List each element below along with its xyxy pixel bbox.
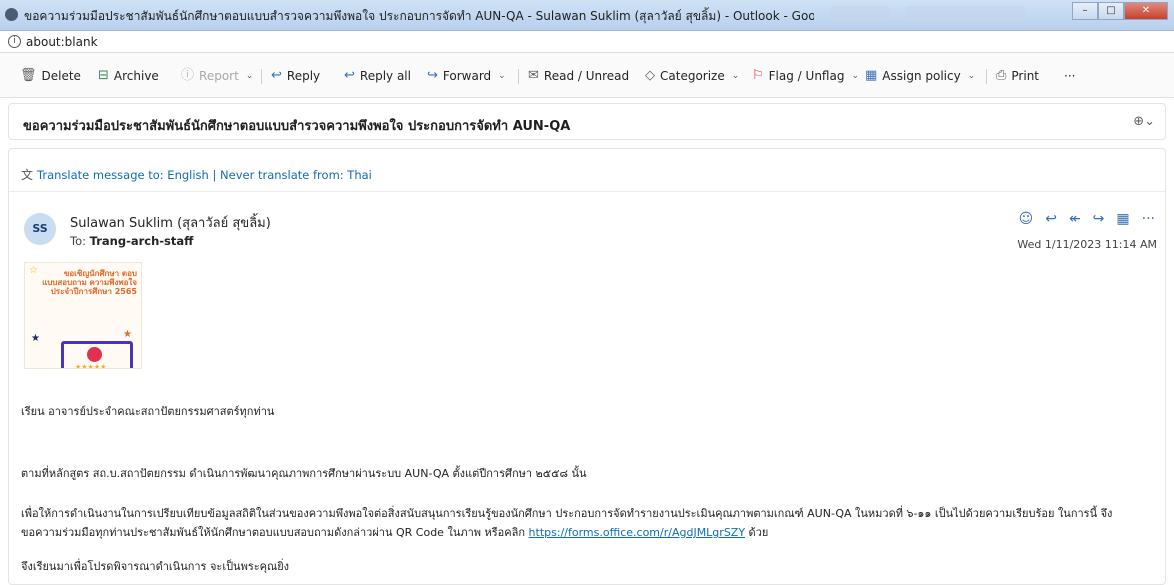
chevron-down-icon: ⌄ — [851, 71, 859, 81]
policy-icon: ▦ — [865, 68, 878, 83]
toolbar-divider — [261, 69, 262, 84]
assign-policy-label: Assign policy — [882, 69, 961, 83]
greeting: เรียน อาจารย์ประจำคณะสถาปัตยกรรมศาสตร์ทุ… — [21, 405, 275, 418]
apps-icon[interactable]: ▦ — [1116, 211, 1129, 227]
forward-button[interactable]: ↪ Forward ⌄ — [427, 67, 506, 85]
paragraph-2-prefix: ขอความร่วมมือทุกท่านประชาสัมพันธ์ให้นักศ… — [21, 526, 526, 539]
read-unread-button[interactable]: ✉ Read / Unread — [528, 67, 629, 85]
info-icon[interactable]: i — [8, 35, 21, 48]
message-toolbar: 🗑 Delete ⊟ Archive ⓘ Report ⌄ ↩ Reply ↩ … — [0, 53, 1174, 98]
reply-all-label: Reply all — [359, 69, 411, 83]
message-actions: ☺ ↩ ↞ ↪ ▦ ··· — [1019, 211, 1155, 227]
closing: จึงเรียนมาเพื่อโปรดพิจารณาดำเนินการ จะเป… — [21, 560, 290, 573]
translate-bar: 文 Translate message to: English | Never t… — [21, 166, 372, 183]
background-tab[interactable] — [830, 6, 890, 22]
flag-icon: ⚐ — [752, 68, 764, 83]
sender-name[interactable]: Sulawan Suklim (สุลาวัลย์ สุขลิ้ม) — [70, 212, 271, 233]
translate-separator: | — [208, 168, 221, 182]
report-button[interactable]: ⓘ Report ⌄ — [181, 67, 253, 85]
address-bar[interactable]: i about:blank — [0, 31, 1174, 53]
translate-icon: 文 — [21, 168, 34, 182]
recipients-line: To: Trang-arch-staff — [70, 234, 193, 248]
translate-link[interactable]: Translate message to: English — [37, 168, 209, 182]
archive-icon: ⊟ — [98, 68, 109, 83]
maximize-button[interactable]: □ — [1098, 2, 1124, 20]
browser-title-bar: ขอความร่วมมือประชาสัมพันธ์นักศึกษาตอบแบบ… — [0, 0, 1174, 31]
envelope-icon: ✉ — [528, 68, 539, 83]
assign-policy-button[interactable]: ▦ Assign policy ⌄ — [865, 67, 975, 85]
reply-all-icon: ↩ — [344, 68, 355, 83]
reply-label: Reply — [286, 69, 321, 83]
reading-pane: 文 Translate message to: English | Never t… — [8, 148, 1166, 585]
reply-all-button[interactable]: ↩ Reply all — [344, 67, 411, 85]
poster-text: ขอเชิญนักศึกษา ตอบแบบสอบถาม ความพึงพอใจ … — [42, 269, 137, 296]
close-button[interactable]: ✕ — [1124, 2, 1168, 20]
archive-button[interactable]: ⊟ Archive — [98, 67, 159, 85]
forward-label: Forward — [442, 69, 492, 83]
paragraph-2-suffix: ด้วย — [745, 526, 769, 539]
survey-link[interactable]: https://forms.office.com/r/AgdJMLgrSZY — [529, 526, 746, 539]
paragraph-2-line-1: เพื่อให้การดำเนินงานในการเปรียบเทียบข้อม… — [21, 507, 1113, 520]
flag-button[interactable]: ⚐ Flag / Unflag ⌄ — [752, 67, 859, 85]
background-tab[interactable] — [905, 6, 1025, 22]
minimize-button[interactable]: – — [1072, 2, 1098, 20]
reply-icon[interactable]: ↩ — [1045, 211, 1057, 227]
star-icon: ★ — [31, 333, 40, 344]
emoji-icon[interactable]: ☺ — [1019, 211, 1034, 227]
report-icon: ⓘ — [181, 68, 195, 83]
survey-poster-image[interactable]: ☆ ขอเชิญนักศึกษา ตอบแบบสอบถาม ความพึงพอใ… — [24, 262, 142, 369]
read-unread-label: Read / Unread — [543, 69, 630, 83]
print-label: Print — [1011, 69, 1040, 83]
never-translate-link[interactable]: Never translate from: Thai — [220, 168, 372, 182]
more-label: ··· — [1064, 69, 1076, 83]
window-title: ขอความร่วมมือประชาสัมพันธ์นักศึกษาตอบแบบ… — [24, 9, 814, 23]
chrome-icon — [5, 8, 18, 21]
forward-icon: ↪ — [427, 68, 438, 83]
paragraph-2-line-2: ขอความร่วมมือทุกท่านประชาสัมพันธ์ให้นักศ… — [21, 523, 768, 541]
window-controls: – □ ✕ — [1072, 2, 1168, 20]
rating-stars-icon: ★★★★★ — [75, 363, 107, 369]
forward-icon[interactable]: ↪ — [1093, 211, 1105, 227]
to-label: To: — [70, 234, 86, 248]
categorize-label: Categorize — [660, 69, 725, 83]
chevron-down-icon: ⌄ — [245, 71, 254, 81]
reply-icon: ↩ — [271, 68, 282, 83]
tag-icon: ◇ — [645, 68, 655, 83]
more-actions-button[interactable]: ··· — [1064, 67, 1075, 85]
divider — [9, 191, 1165, 192]
toolbar-divider — [518, 69, 519, 84]
toolbar-divider — [986, 69, 987, 84]
archive-label: Archive — [113, 69, 159, 83]
flag-label: Flag / Unflag — [768, 69, 845, 83]
subject-header: ขอความร่วมมือประชาสัมพันธ์นักศึกษาตอบแบบ… — [8, 103, 1166, 140]
delete-label: Delete — [41, 69, 81, 83]
recipient[interactable]: Trang-arch-staff — [90, 234, 194, 248]
avatar[interactable]: SS — [24, 213, 56, 245]
poster-dot — [87, 347, 102, 362]
chevron-down-icon: ⌄ — [967, 71, 976, 81]
message-subject: ขอความร่วมมือประชาสัมพันธ์นักศึกษาตอบแบบ… — [23, 119, 571, 134]
chevron-down-icon: ⌄ — [498, 71, 506, 81]
print-button[interactable]: ⎙ Print — [996, 67, 1039, 85]
reply-button[interactable]: ↩ Reply — [271, 67, 320, 85]
printer-icon: ⎙ — [996, 68, 1007, 83]
url-text[interactable]: about:blank — [26, 35, 98, 49]
zoom-icon[interactable]: ⊕⌄ — [1133, 114, 1155, 129]
star-icon: ★ — [123, 329, 132, 340]
trash-icon: 🗑 — [20, 68, 37, 83]
more-icon[interactable]: ··· — [1142, 211, 1155, 227]
paragraph-1: ตามที่หลักสูตร สถ.บ.สถาปัตยกรรม ดำเนินกา… — [21, 467, 587, 480]
categorize-button[interactable]: ◇ Categorize ⌄ — [645, 67, 739, 85]
message-date: Wed 1/11/2023 11:14 AM — [1017, 238, 1157, 251]
chevron-down-icon: ⌄ — [731, 71, 740, 81]
delete-button[interactable]: 🗑 Delete — [20, 67, 81, 85]
report-label: Report — [199, 69, 239, 83]
reply-all-icon[interactable]: ↞ — [1069, 211, 1081, 227]
